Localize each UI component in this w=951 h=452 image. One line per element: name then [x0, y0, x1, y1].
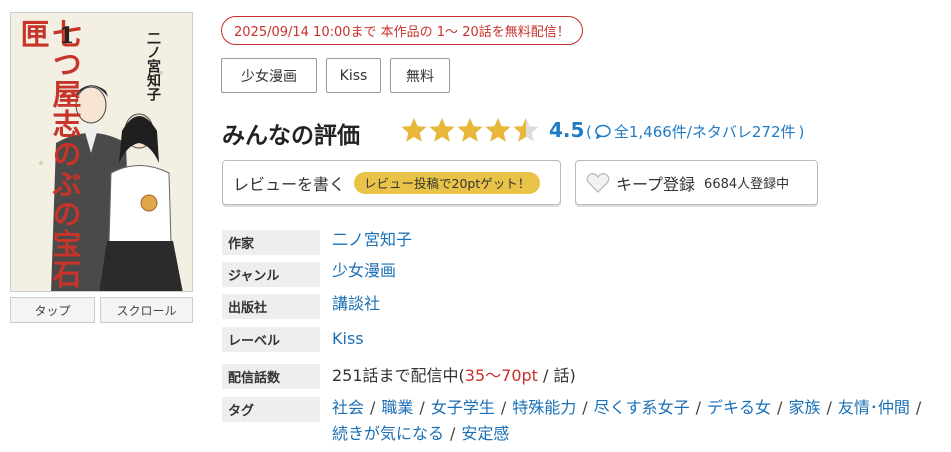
- cover-author: 二ノ宮知子: [145, 31, 161, 101]
- tap-view-button[interactable]: タップ: [10, 297, 95, 323]
- tag-link[interactable]: 職業: [381, 398, 413, 417]
- speech-bubble-icon: [595, 124, 611, 139]
- tag-link[interactable]: 尽くす系女子: [594, 398, 690, 417]
- tag-link[interactable]: 社会: [332, 398, 364, 417]
- write-review-button[interactable]: レビューを書く レビュー投稿で20ptゲット！: [222, 160, 561, 205]
- close-paren: ): [798, 122, 805, 141]
- free-campaign-banner: 2025/09/14 10:00まで 本作品の 1〜 20話を無料配信！: [221, 16, 583, 45]
- tag-separator: /: [500, 398, 507, 417]
- episodes-suffix: / 話): [537, 366, 576, 385]
- rating-title: みんなの評価: [222, 123, 360, 149]
- tag-link[interactable]: 安定感: [461, 424, 509, 443]
- tag-separator: /: [419, 398, 425, 417]
- episodes-value: 251話まで配信中(35〜70pt / 話): [332, 366, 576, 386]
- author-label: 作家: [222, 230, 320, 255]
- genre-link[interactable]: 少女漫画: [332, 261, 396, 281]
- keep-count: 6684人登録中: [704, 177, 790, 192]
- tag-list: 社会 / 職業 / 女子学生 / 特殊能力 / 尽くす系女子 / デキる女 / 家族 / 友情･仲間 / 続きが…: [332, 395, 932, 447]
- tag-button-kiss[interactable]: Kiss: [326, 58, 381, 93]
- label-link[interactable]: Kiss: [332, 329, 364, 349]
- tag-link[interactable]: 家族: [788, 398, 820, 417]
- tag-separator: /: [695, 398, 702, 417]
- author-link[interactable]: 二ノ宮知子: [332, 230, 412, 250]
- review-count-text: 全1,466件/ネタバレ272件: [613, 123, 796, 141]
- episodes-price: 35〜70pt: [464, 366, 538, 385]
- tag-separator: /: [450, 424, 456, 443]
- tag-separator: /: [582, 398, 588, 417]
- cover-title: 七つ屋志のぶの宝石匣: [16, 19, 82, 289]
- episodes-label: 配信話数: [222, 364, 320, 389]
- open-paren: (: [586, 122, 592, 141]
- publisher-link[interactable]: 講談社: [332, 294, 380, 314]
- rating-score: 4.5: [549, 118, 585, 142]
- publisher-label: 出版社: [222, 294, 320, 319]
- tags-label: タグ: [222, 397, 320, 422]
- review-point-badge: レビュー投稿で20ptゲット！: [354, 171, 541, 194]
- keep-label: キープ登録: [616, 174, 696, 194]
- rating-stars: [400, 117, 540, 143]
- star-icon: [513, 118, 539, 142]
- scroll-view-button[interactable]: スクロール: [100, 297, 193, 323]
- star-icon: [457, 118, 483, 142]
- star-icon: [401, 118, 427, 142]
- tag-link[interactable]: 続きが気になる: [332, 424, 444, 443]
- tag-button-free[interactable]: 無料: [390, 58, 450, 93]
- tag-link[interactable]: デキる女: [707, 398, 771, 417]
- episodes-prefix: 251話まで配信中(: [332, 366, 465, 385]
- tag-link[interactable]: 女子学生: [431, 398, 495, 417]
- tag-separator: /: [777, 398, 783, 417]
- write-review-label: レビューを書く: [233, 174, 346, 194]
- star-icon: [429, 118, 455, 142]
- heart-icon: [586, 172, 610, 193]
- tag-separator: /: [370, 398, 376, 417]
- cover-image[interactable]: 七つ屋志のぶの宝石匣 1 二ノ宮知子: [10, 12, 193, 292]
- tag-button-shoujo[interactable]: 少女漫画: [221, 58, 317, 93]
- cover-volume: 1: [59, 23, 75, 49]
- tag-separator: /: [826, 398, 832, 417]
- tag-link[interactable]: 特殊能力: [512, 398, 576, 417]
- star-icon: [485, 118, 511, 142]
- label-label: レーベル: [222, 327, 320, 352]
- genre-label: ジャンル: [222, 262, 320, 287]
- keep-button[interactable]: キープ登録 6684人登録中: [575, 160, 818, 205]
- tag-separator: /: [915, 398, 922, 417]
- review-count-link[interactable]: ( 全1,466件/ネタバレ272件 ): [586, 121, 804, 142]
- tag-link[interactable]: 友情･仲間: [838, 398, 910, 417]
